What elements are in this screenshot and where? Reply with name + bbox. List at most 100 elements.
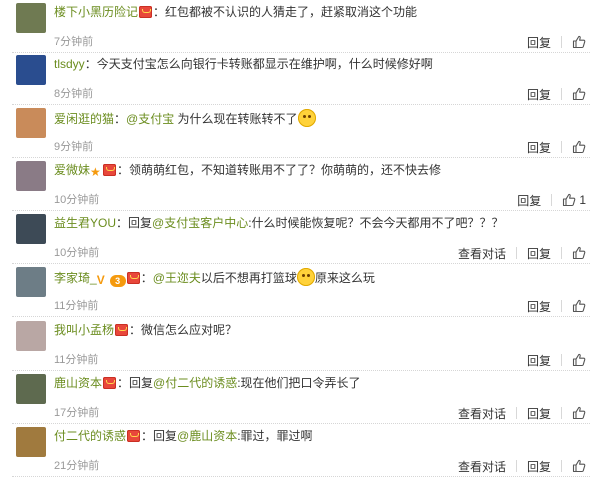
red-envelope-badge bbox=[103, 377, 117, 389]
level-badge: 3 bbox=[109, 275, 126, 287]
like-button[interactable] bbox=[572, 246, 586, 260]
timestamp: 17分钟前 bbox=[54, 407, 100, 419]
avatar[interactable] bbox=[16, 161, 46, 191]
comment-item: 李家琦_V 3 ：@王迩夫以后不想再打篮球 原来这么玩 11分钟前 回复 bbox=[0, 264, 600, 317]
laughing-face-emoji bbox=[296, 268, 315, 286]
avatar[interactable] bbox=[16, 321, 46, 351]
timestamp: 7分钟前 bbox=[54, 36, 94, 48]
comment-body: ：回复 bbox=[116, 216, 153, 230]
timestamp: 9分钟前 bbox=[54, 141, 94, 153]
reply-link[interactable]: 回复 bbox=[527, 405, 551, 422]
like-button[interactable] bbox=[572, 87, 586, 101]
thumbs-up-icon bbox=[572, 406, 586, 420]
username-link[interactable]: 李家琦_ bbox=[54, 271, 97, 285]
reply-link[interactable]: 回复 bbox=[527, 34, 551, 51]
comment-body: ：回复 bbox=[141, 429, 178, 443]
avatar[interactable] bbox=[16, 108, 46, 138]
red-envelope-badge bbox=[126, 272, 140, 284]
like-button[interactable] bbox=[572, 35, 586, 49]
verified-v-badge: V bbox=[96, 273, 105, 287]
divider bbox=[561, 141, 562, 153]
divider bbox=[515, 460, 517, 472]
comment-body: :现在他们把口令弄长了 bbox=[237, 376, 361, 390]
divider bbox=[561, 88, 562, 100]
reply-link[interactable]: 回复 bbox=[517, 192, 541, 209]
avatar[interactable] bbox=[16, 214, 46, 244]
mention-link[interactable]: @支付宝客户中心 bbox=[152, 216, 248, 230]
comment-body: 为什么现在转账转不了 bbox=[174, 112, 298, 126]
reply-link[interactable]: 回复 bbox=[527, 139, 551, 156]
comment-item: tlsdyy：今天支付宝怎么向银行卡转账都显示在维护啊，什么时候修好啊 8分钟前 回… bbox=[0, 52, 600, 105]
comment-actions: 查看对话 回复 bbox=[458, 404, 586, 422]
divider bbox=[515, 247, 517, 259]
red-envelope-badge bbox=[127, 430, 141, 442]
like-button[interactable] bbox=[572, 299, 586, 313]
comment-body: 以后不想再打篮球 bbox=[200, 271, 297, 285]
red-envelope-badge bbox=[103, 164, 117, 176]
username-link[interactable]: tlsdyy bbox=[54, 57, 85, 71]
avatar[interactable] bbox=[16, 267, 46, 297]
like-button[interactable] bbox=[572, 459, 586, 473]
avatar[interactable] bbox=[16, 374, 46, 404]
red-envelope-badge bbox=[139, 6, 153, 18]
view-conversation-link[interactable]: 查看对话 bbox=[458, 405, 506, 422]
comment-body: 原来这么玩 bbox=[314, 271, 375, 285]
thumbs-up-icon bbox=[572, 87, 586, 101]
reply-link[interactable]: 回复 bbox=[527, 86, 551, 103]
view-conversation-link[interactable]: 查看对话 bbox=[458, 245, 506, 262]
like-button[interactable] bbox=[572, 353, 586, 367]
username-link[interactable]: 爱微妹 bbox=[54, 163, 90, 177]
comment-body: ：红包都被不认识的人猜走了，赶紧取消这个功能 bbox=[153, 5, 418, 19]
comment-item: 爱闲逛的猫：@支付宝 为什么现在转账转不了 9分钟前 回复 bbox=[0, 105, 600, 158]
like-button[interactable] bbox=[572, 406, 586, 420]
reply-link[interactable]: 回复 bbox=[527, 352, 551, 369]
timestamp: 21分钟前 bbox=[54, 460, 100, 472]
reply-link[interactable]: 回复 bbox=[527, 458, 551, 475]
comment-text: 李家琦_V 3 ：@王迩夫以后不想再打篮球 原来这么玩 bbox=[54, 268, 540, 287]
reply-link[interactable]: 回复 bbox=[527, 245, 551, 262]
comment-actions: 回复 bbox=[527, 33, 586, 51]
thumbs-up-icon bbox=[572, 140, 586, 154]
comment-actions: 查看对话 回复 bbox=[458, 244, 586, 262]
avatar[interactable] bbox=[16, 55, 46, 85]
avatar[interactable] bbox=[16, 3, 46, 33]
like-count: 1 bbox=[579, 193, 586, 207]
mention-link[interactable]: @支付宝 bbox=[126, 112, 174, 126]
comment-body: ： bbox=[114, 112, 127, 126]
comment-item: 我叫小孟杨 ：微信怎么应对呢？ 11分钟前 回复 bbox=[0, 318, 600, 371]
username-link[interactable]: 益生君YOU bbox=[54, 216, 116, 230]
comment-text: 付二代的诱惑 ：回复@鹿山资本:罪过，罪过啊 bbox=[54, 428, 540, 444]
vip-badge: ★ bbox=[90, 165, 101, 179]
mention-link[interactable]: @王迩夫 bbox=[153, 271, 201, 285]
username-link[interactable]: 楼下小黑历险记 bbox=[54, 5, 138, 19]
username-link[interactable]: 我叫小孟杨 bbox=[54, 323, 114, 337]
shocked-face-emoji bbox=[297, 109, 316, 127]
thumbs-up-icon bbox=[572, 246, 586, 260]
comment-actions: 查看对话 回复 bbox=[458, 457, 586, 475]
username-link[interactable]: 爱闲逛的猫 bbox=[54, 112, 114, 126]
comment-body: ： bbox=[140, 271, 153, 285]
username-link[interactable]: 鹿山资本 bbox=[54, 376, 102, 390]
timestamp: 11分钟前 bbox=[54, 354, 99, 366]
divider bbox=[561, 354, 562, 366]
mention-link[interactable]: @鹿山资本 bbox=[177, 429, 237, 443]
comment-text: tlsdyy：今天支付宝怎么向银行卡转账都显示在维护啊，什么时候修好啊 bbox=[54, 56, 540, 72]
comment-item: 付二代的诱惑 ：回复@鹿山资本:罪过，罪过啊 21分钟前 查看对话 回复 bbox=[0, 424, 600, 477]
divider bbox=[551, 194, 553, 206]
reply-link[interactable]: 回复 bbox=[527, 298, 551, 315]
username-link[interactable]: 付二代的诱惑 bbox=[54, 429, 126, 443]
row-divider bbox=[12, 316, 590, 317]
like-button[interactable] bbox=[572, 140, 586, 154]
comment-item: 楼下小黑历险记 ：红包都被不认识的人猜走了，赶紧取消这个功能 7分钟前 回复 bbox=[0, 0, 600, 53]
avatar[interactable] bbox=[16, 427, 46, 457]
comment-body: :什么时候能恢复呢？不会今天都用不了吧？？？ bbox=[248, 216, 504, 230]
thumbs-up-icon bbox=[562, 193, 576, 207]
comment-body: ：领萌萌红包，不知道转账用不了了？你萌萌的，还不快去修 bbox=[117, 163, 442, 177]
thumbs-up-icon bbox=[572, 299, 586, 313]
divider bbox=[561, 407, 562, 419]
view-conversation-link[interactable]: 查看对话 bbox=[458, 458, 506, 475]
row-divider bbox=[12, 476, 590, 477]
thumbs-up-icon bbox=[572, 353, 586, 367]
like-button[interactable]: 1 bbox=[562, 193, 586, 207]
mention-link[interactable]: @付二代的诱惑 bbox=[153, 376, 237, 390]
